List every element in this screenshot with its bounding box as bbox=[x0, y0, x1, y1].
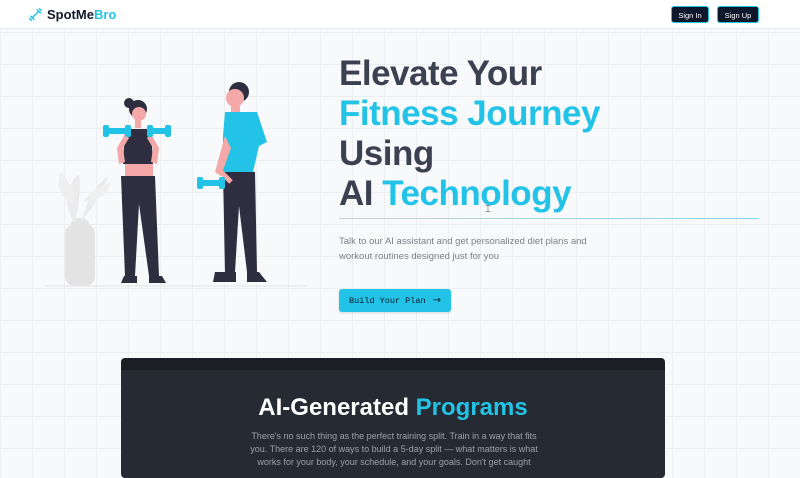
arrow-right-icon: → bbox=[432, 295, 441, 306]
hero-title-line-2: Fitness Journey bbox=[339, 94, 600, 133]
hero-subtitle: Talk to our AI assistant and get persona… bbox=[339, 236, 587, 262]
programs-title: AI-Generated Programs bbox=[121, 394, 665, 422]
hero-title: Elevate Your Fitness Journey Using AI Te… bbox=[339, 54, 600, 214]
hero-divider bbox=[339, 218, 759, 219]
programs-title-accent: Programs bbox=[415, 394, 528, 421]
man-figure bbox=[197, 82, 267, 282]
logo-text-primary: SpotMe bbox=[47, 7, 94, 22]
woman-figure bbox=[103, 98, 171, 283]
hero-title-line-1: Elevate Your bbox=[339, 54, 542, 93]
logo-text: SpotMeBro bbox=[47, 7, 116, 22]
sign-up-button[interactable]: Sign Up bbox=[717, 6, 759, 23]
dumbbell-icon bbox=[29, 8, 42, 21]
sign-in-button[interactable]: Sign In bbox=[671, 6, 709, 23]
programs-title-primary: AI-Generated bbox=[258, 394, 409, 421]
build-plan-button[interactable]: Build Your Plan → bbox=[339, 289, 451, 312]
text-cursor-icon: ⌶ bbox=[485, 204, 491, 215]
logo[interactable]: SpotMeBro bbox=[29, 7, 116, 22]
hero-title-line-3: Using bbox=[339, 134, 434, 173]
top-navbar: SpotMeBro Sign In Sign Up bbox=[0, 0, 800, 29]
logo-text-accent: Bro bbox=[93, 7, 117, 22]
programs-section: AI-Generated Programs There's no such th… bbox=[121, 358, 665, 478]
programs-body: There's no such thing as the perfect tra… bbox=[250, 431, 538, 467]
build-plan-label: Build Your Plan bbox=[349, 295, 426, 306]
hero-title-line-4a: AI bbox=[339, 174, 374, 213]
plant-decoration bbox=[58, 172, 111, 286]
hero-title-line-4b: Technology bbox=[382, 174, 572, 213]
fitness-illustration bbox=[45, 82, 307, 287]
